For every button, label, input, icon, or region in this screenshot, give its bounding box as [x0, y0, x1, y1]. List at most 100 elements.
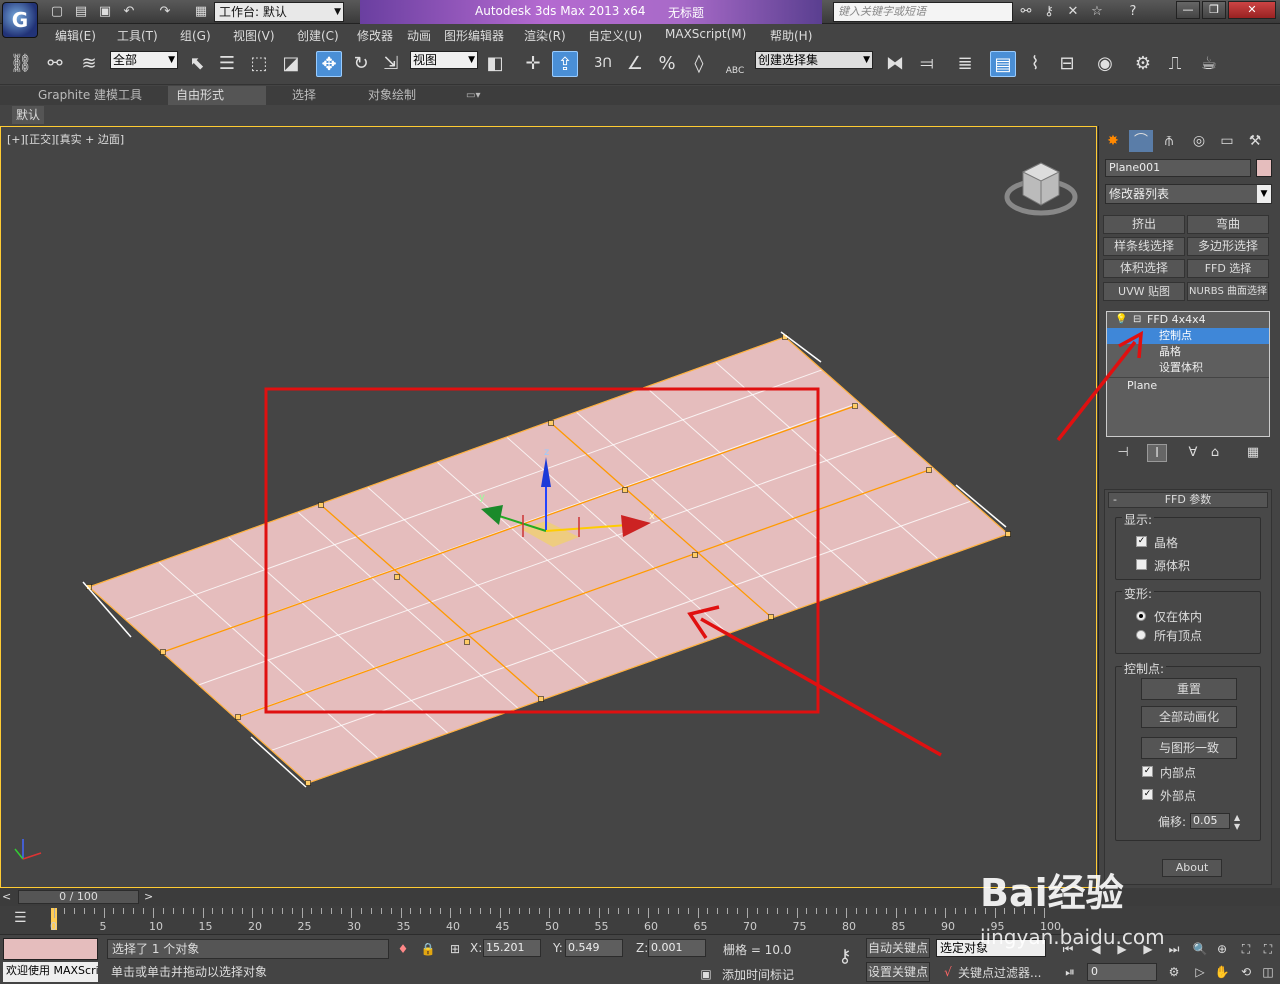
- make-unique-icon[interactable]: ∀: [1183, 444, 1203, 462]
- ribbon-default-panel[interactable]: 默认: [12, 106, 45, 124]
- reference-coordinate-dropdown[interactable]: 视图 ▼: [410, 51, 478, 69]
- ffd-control-point[interactable]: [235, 714, 241, 720]
- reset-button[interactable]: 重置: [1141, 678, 1237, 700]
- workspace-dropdown[interactable]: 工作台: 默认 ▼: [214, 2, 344, 22]
- orbit-icon[interactable]: ⟲: [1238, 964, 1254, 980]
- modifier-vol-select-button[interactable]: 体积选择: [1103, 259, 1185, 278]
- minimize-button[interactable]: —: [1176, 1, 1200, 19]
- perspective-viewport[interactable]: [+][正交][真实 + 边面] z y x: [0, 126, 1097, 888]
- configure-sets-icon[interactable]: ▦: [1243, 444, 1263, 462]
- menu-rendering[interactable]: 渲染(R): [524, 27, 566, 44]
- select-and-move-icon[interactable]: ✥: [316, 51, 342, 77]
- source-volume-checkbox-row[interactable]: 源体积: [1136, 558, 1246, 573]
- align-icon[interactable]: ⫤: [914, 51, 940, 77]
- x-coordinate-field[interactable]: 15.201: [483, 939, 541, 957]
- viewport-canvas[interactable]: z y x: [1, 127, 1097, 888]
- offset-spinner-field[interactable]: 0.05: [1190, 813, 1230, 829]
- ffd-control-point[interactable]: [305, 780, 311, 786]
- open-file-icon[interactable]: ▤: [72, 3, 90, 21]
- inside-points-checkbox[interactable]: ✓: [1142, 766, 1153, 777]
- rectangular-selection-icon[interactable]: ⬚: [246, 51, 272, 77]
- time-configuration-icon[interactable]: ⚙: [1166, 964, 1182, 980]
- ffd-parameters-header[interactable]: - FFD 参数: [1108, 492, 1268, 508]
- time-slider-prev-icon[interactable]: <: [2, 890, 11, 903]
- edit-named-selection-icon[interactable]: ABC: [722, 51, 748, 77]
- mini-curve-editor-icon[interactable]: ☰: [14, 910, 27, 926]
- snaps-toggle-icon[interactable]: 3ᑎ: [590, 51, 616, 77]
- ffd-control-point[interactable]: [1005, 531, 1011, 537]
- bind-space-warp-icon[interactable]: ≋: [76, 51, 102, 77]
- object-name-field[interactable]: Plane001: [1105, 159, 1251, 177]
- exchange-icon[interactable]: ✕: [1064, 3, 1082, 21]
- auto-key-button[interactable]: 自动关键点: [866, 938, 930, 958]
- modifier-uvw-map-button[interactable]: UVW 贴图: [1103, 282, 1185, 301]
- modifier-list-dropdown[interactable]: 修改器列表 ▼: [1105, 184, 1272, 204]
- all-vertices-radio[interactable]: [1136, 630, 1146, 640]
- key-icon[interactable]: ⚷: [1040, 3, 1058, 21]
- current-frame-field[interactable]: 0: [1087, 963, 1157, 981]
- menu-group[interactable]: 组(G): [180, 27, 211, 44]
- ffd-control-point[interactable]: [538, 696, 544, 702]
- source-volume-checkbox[interactable]: [1136, 559, 1147, 570]
- menu-customize[interactable]: 自定义(U): [588, 27, 642, 44]
- rendered-frame-icon[interactable]: ⎍: [1162, 51, 1188, 77]
- ffd-control-point[interactable]: [548, 420, 554, 426]
- favorites-star-icon[interactable]: ☆: [1088, 3, 1106, 21]
- menu-animation[interactable]: 动画: [407, 27, 431, 44]
- only-in-volume-radio[interactable]: [1136, 611, 1146, 621]
- all-vertices-radio-row[interactable]: 所有顶点: [1136, 628, 1246, 643]
- ffd-control-point[interactable]: [926, 467, 932, 473]
- project-folder-icon[interactable]: ▦: [192, 3, 210, 21]
- new-file-icon[interactable]: ▢: [48, 3, 66, 21]
- named-selection-set-dropdown[interactable]: 创建选择集 ▼: [755, 51, 873, 69]
- key-filter-curve-icon[interactable]: √: [940, 964, 956, 980]
- set-key-button[interactable]: 设置关键点: [866, 962, 930, 982]
- field-of-view-icon[interactable]: ▷: [1192, 964, 1208, 980]
- maximize-viewport-icon[interactable]: ◫: [1260, 964, 1276, 980]
- link-icon[interactable]: ⛓: [8, 51, 34, 77]
- help-icon[interactable]: ?: [1124, 3, 1142, 21]
- ribbon-tab-freeform[interactable]: 自由形式: [168, 86, 266, 105]
- time-tag-icon[interactable]: ▣: [698, 966, 714, 982]
- percent-snap-icon[interactable]: %: [654, 51, 680, 77]
- layer-manager-icon[interactable]: ≣: [952, 51, 978, 77]
- ribbon-tab-selection[interactable]: 选择: [284, 86, 324, 105]
- inside-points-checkbox-row[interactable]: ✓ 内部点: [1142, 765, 1242, 780]
- angle-snap-icon[interactable]: ∠: [622, 51, 648, 77]
- outside-points-checkbox-row[interactable]: ✓ 外部点: [1142, 788, 1242, 803]
- spinner-snap-icon[interactable]: ◊: [686, 51, 712, 77]
- mirror-icon[interactable]: ⧓: [882, 51, 908, 77]
- ffd-control-point[interactable]: [622, 487, 628, 493]
- modifier-nurbs-select-button[interactable]: NURBS 曲面选择: [1187, 282, 1269, 301]
- z-coordinate-field[interactable]: 0.001: [648, 939, 706, 957]
- only-in-volume-radio-row[interactable]: 仅在体内: [1136, 609, 1246, 624]
- display-tab-icon[interactable]: ▭: [1215, 130, 1239, 152]
- select-manipulate-icon[interactable]: ✛: [520, 51, 546, 77]
- modifier-poly-select-button[interactable]: 多边形选择: [1187, 237, 1269, 256]
- schematic-view-icon[interactable]: ⊟: [1054, 51, 1080, 77]
- spinner-arrows-icon[interactable]: ▲ ▼: [1234, 813, 1240, 831]
- zoom-extents-all-icon[interactable]: ⛶: [1260, 941, 1276, 957]
- ffd-control-point[interactable]: [464, 639, 470, 645]
- select-by-name-icon[interactable]: ☰: [214, 51, 240, 77]
- menu-views[interactable]: 视图(V): [233, 27, 275, 44]
- binoculars-icon[interactable]: ⚯: [1017, 3, 1035, 21]
- remove-modifier-icon[interactable]: ⌂: [1205, 444, 1225, 462]
- unlink-icon[interactable]: ⚯: [42, 51, 68, 77]
- ffd-control-point[interactable]: [692, 552, 698, 558]
- window-crossing-icon[interactable]: ◪: [278, 51, 304, 77]
- maxscript-listener-swatch[interactable]: [3, 938, 98, 960]
- render-teapot-icon[interactable]: ☕: [1196, 51, 1222, 77]
- material-editor-icon[interactable]: ◉: [1092, 51, 1118, 77]
- key-mode-toggle-icon[interactable]: ⏯: [1062, 964, 1078, 980]
- y-coordinate-field[interactable]: 0.549: [565, 939, 623, 957]
- time-slider-thumb[interactable]: 0 / 100: [18, 890, 139, 904]
- time-slider-next-icon[interactable]: >: [144, 890, 153, 903]
- modifier-bend-button[interactable]: 弯曲: [1187, 215, 1269, 234]
- go-to-end-icon[interactable]: ⏭: [1166, 941, 1182, 957]
- save-file-icon[interactable]: ▣: [96, 3, 114, 21]
- close-button[interactable]: ✕: [1228, 1, 1276, 19]
- ffd-control-point[interactable]: [318, 502, 324, 508]
- app-logo-button[interactable]: G: [2, 2, 38, 38]
- about-button[interactable]: About: [1162, 859, 1222, 877]
